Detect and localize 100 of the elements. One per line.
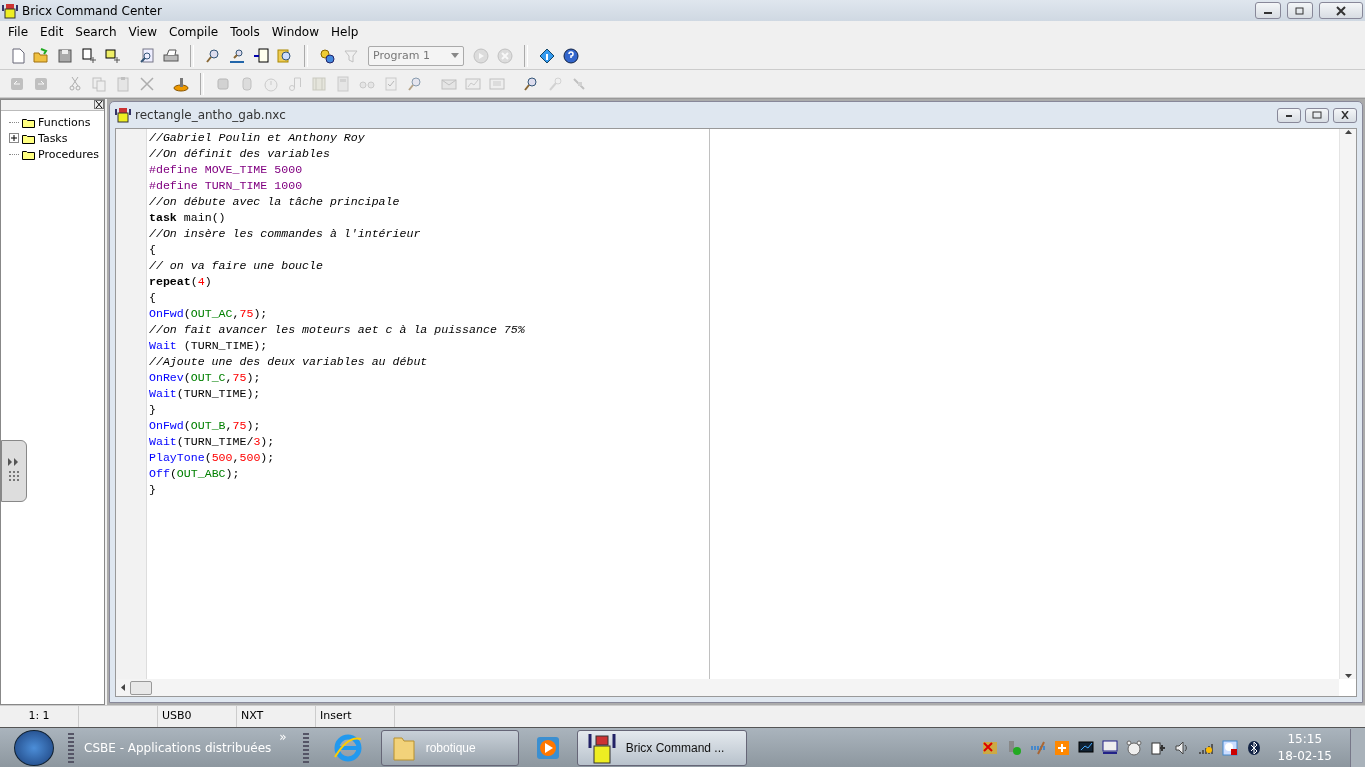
show-desktop-button[interactable] [1350, 728, 1365, 767]
magnifier-icon [205, 47, 221, 64]
robot-logo-icon [115, 107, 131, 123]
robot-icon [215, 75, 231, 92]
clipboard-icon [115, 75, 131, 92]
music-note-icon [287, 75, 303, 92]
magnifier-arrow-icon [229, 47, 245, 64]
expand-icon[interactable] [9, 133, 19, 143]
tree-item[interactable]: Tasks [38, 131, 68, 145]
dock-handle[interactable] [1, 440, 27, 502]
code-line: } [149, 402, 157, 418]
close-button[interactable] [1319, 2, 1363, 19]
bear-face-icon[interactable] [1125, 739, 1142, 756]
menu-item[interactable]: Compile [163, 24, 225, 39]
folder-magnifier-icon [277, 47, 293, 64]
up-arrow-icon[interactable] [1344, 129, 1352, 135]
tree-item[interactable]: Functions [38, 115, 91, 129]
info-diamond-icon [539, 47, 555, 64]
gears-icon [319, 47, 335, 64]
left-arrow-icon[interactable] [120, 684, 126, 691]
menu-item[interactable]: Window [265, 24, 326, 39]
code-line: //on débute avec la tâche principale [149, 194, 401, 210]
down-arrow-icon[interactable] [1344, 673, 1352, 679]
robot-icon [587, 731, 616, 764]
cross-icon [139, 75, 155, 92]
menu-item[interactable]: Edit [34, 24, 70, 39]
code-line: task main() [149, 210, 227, 226]
stopwatch-icon [263, 75, 279, 92]
film-strip-icon [311, 75, 327, 92]
stop-circle-icon [497, 47, 513, 64]
code-line: OnRev(OUT_C,75); [149, 370, 262, 386]
funnel-icon [343, 47, 359, 64]
close-icon [1340, 111, 1350, 119]
code-line: //on fait avancer les moteurs aet c à la puissance 75% [149, 322, 526, 338]
start-button[interactable] [14, 729, 54, 766]
plug-icon [571, 75, 587, 92]
restore-button[interactable] [1287, 2, 1313, 19]
code-line: //On insère les commandes à l'intérieur [149, 226, 422, 242]
browser-icon[interactable] [332, 732, 363, 763]
code-line: //On définit des variables [149, 146, 331, 162]
joystick-icon [173, 75, 189, 92]
scissors-icon [67, 75, 83, 92]
caret-icon [451, 53, 459, 58]
open-folder-icon [33, 47, 49, 64]
code-line: Off(OUT_ABC); [149, 466, 241, 482]
display-icon[interactable] [1101, 739, 1118, 756]
restore-icon [1312, 111, 1322, 119]
document-arrow-icon [81, 47, 97, 64]
code-line: Wait (TURN_TIME); [149, 338, 269, 354]
code-line: //Ajoute une des deux variables au début [149, 354, 429, 370]
code-line: { [149, 290, 157, 306]
menu-item[interactable]: Tools [224, 24, 266, 39]
restore-icon [1295, 6, 1305, 15]
tree-item[interactable]: Procedures [38, 147, 99, 161]
code-line: } [149, 482, 157, 498]
graph-icon [465, 75, 481, 92]
folder-icon [22, 116, 35, 128]
shield-icon[interactable] [1053, 739, 1070, 756]
window-title: Bricx Command Center [22, 3, 163, 18]
power-plug-icon[interactable] [1149, 739, 1166, 756]
minimize-button[interactable] [1277, 107, 1301, 123]
code-line: Wait(TURN_TIME); [149, 386, 262, 402]
magnifier-icon [407, 75, 423, 92]
code-line: //Gabriel Poulin et Anthony Roy [149, 130, 366, 146]
code-line: repeat(4) [149, 274, 213, 290]
checklist-icon [383, 75, 399, 92]
horizontal-scrollbar[interactable] [116, 679, 1339, 696]
menu-item[interactable]: Help [325, 24, 365, 39]
bluetooth-icon[interactable] [1245, 739, 1262, 756]
robot-logo-icon [2, 2, 18, 19]
folder-arrow-icon [105, 47, 121, 64]
menu-item[interactable]: File [2, 24, 35, 39]
vertical-scrollbar[interactable] [1339, 129, 1356, 679]
code-line: #define TURN_TIME 1000 [149, 178, 304, 194]
copy-icon [91, 75, 107, 92]
monitor-icon[interactable] [1077, 739, 1094, 756]
code-line: OnFwd(OUT_B,75); [149, 418, 262, 434]
menu-item[interactable]: View [122, 24, 164, 39]
screen-icon [489, 75, 505, 92]
close-button[interactable] [1333, 107, 1357, 123]
code-line: // on va faire une boucle [149, 258, 324, 274]
scroll-thumb[interactable] [130, 680, 152, 695]
tool-cross-icon[interactable] [981, 739, 998, 756]
code-line: PlayTone(500,500); [149, 450, 276, 466]
redo-icon [33, 75, 49, 92]
code-line: OnFwd(OUT_AC,75); [149, 306, 269, 322]
magnifier-icon [523, 75, 539, 92]
network-pencil-icon[interactable] [1029, 739, 1046, 756]
menu-item[interactable]: Search [69, 24, 123, 39]
minimize-button[interactable] [1255, 2, 1281, 19]
document-title: rectangle_antho_gab.nxc [135, 108, 287, 122]
new-file-icon [9, 47, 25, 64]
close-button[interactable] [94, 100, 104, 109]
code-line: Wait(TURN_TIME/3); [149, 434, 276, 450]
page-magnifier-icon [139, 47, 155, 64]
speaker-icon[interactable] [1173, 739, 1190, 756]
code-line: { [149, 242, 157, 258]
close-icon [1336, 5, 1346, 16]
folder-icon [22, 132, 35, 144]
taskbar-button[interactable]: Bricx Command ... [576, 729, 747, 766]
